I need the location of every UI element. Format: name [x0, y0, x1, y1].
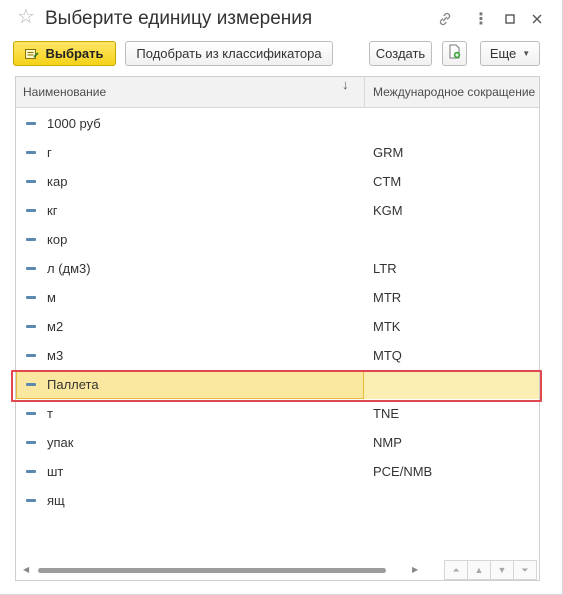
table-row[interactable]: л (дм3) LTR [16, 254, 539, 283]
unit-abbr: MTR [373, 290, 402, 305]
unit-abbr: KGM [373, 203, 403, 218]
list-navigation: ⏶ ▲ ▼ ⏷ [444, 560, 539, 580]
unit-name: м2 [47, 319, 64, 334]
new-document-button[interactable] [442, 41, 467, 66]
create-button[interactable]: Создать [369, 41, 432, 66]
table-row[interactable]: упак NMP [16, 428, 539, 457]
unit-name: ящ [47, 493, 65, 508]
item-icon [26, 383, 36, 386]
star-icon[interactable]: ☆ [17, 7, 35, 27]
pick-from-classifier-button[interactable]: Подобрать из классификатора [125, 41, 333, 66]
item-icon [26, 325, 36, 328]
new-document-icon [448, 44, 462, 63]
table-row[interactable]: шт PCE/NMB [16, 457, 539, 486]
selected-row-fill [365, 370, 539, 399]
table-row[interactable]: ящ [16, 486, 539, 515]
sort-descending-icon[interactable]: ↓ [342, 77, 349, 92]
page-down-icon[interactable]: ▼ [490, 560, 514, 580]
select-button[interactable]: Выбрать [13, 41, 116, 66]
units-table[interactable]: Наименование ↓ Международное сокращение … [15, 76, 540, 581]
item-icon [26, 441, 36, 444]
unit-abbr: CTM [373, 174, 402, 189]
item-icon [26, 354, 36, 357]
select-button-label: Выбрать [45, 46, 104, 61]
more-icon[interactable]: ⋮ [472, 10, 490, 28]
table-row[interactable]: кор [16, 225, 539, 254]
unit-name: г [47, 145, 52, 160]
unit-abbr: MTQ [373, 348, 402, 363]
first-page-icon[interactable]: ⏶ [444, 560, 468, 580]
table-row[interactable]: м3 MTQ [16, 341, 539, 370]
column-header-international-abbr[interactable]: Международное сокращение [366, 77, 539, 108]
unit-abbr: PCE/NMB [373, 464, 433, 479]
table-row[interactable]: кг KGM [16, 196, 539, 225]
close-icon[interactable] [528, 10, 546, 28]
maximize-icon[interactable] [501, 10, 519, 28]
toolbar: Выбрать Подобрать из классификатора Созд… [13, 41, 553, 67]
item-icon [26, 238, 36, 241]
unit-abbr: MTK [373, 319, 401, 334]
table-row[interactable]: м2 MTK [16, 312, 539, 341]
page-up-icon[interactable]: ▲ [467, 560, 491, 580]
more-menu-button[interactable]: Еще ▼ [480, 41, 540, 66]
unit-abbr: NMP [373, 435, 402, 450]
unit-name: кг [47, 203, 58, 218]
unit-name: м [47, 290, 56, 305]
scroll-left-icon[interactable]: ◀ [23, 565, 29, 574]
unit-name: 1000 руб [47, 116, 101, 131]
chevron-down-icon: ▼ [522, 49, 531, 58]
table-row[interactable]: г GRM [16, 138, 539, 167]
title-bar: ☆ Выберите единицу измерения ⋮ [0, 0, 563, 38]
item-icon [26, 209, 36, 212]
unit-name: упак [47, 435, 74, 450]
table-body: 1000 руб г GRM кар CTM кг KGM кор л (дм3) LT… [16, 109, 539, 515]
last-page-icon[interactable]: ⏷ [513, 560, 537, 580]
scroll-right-icon[interactable]: ▶ [412, 565, 418, 574]
item-icon [26, 151, 36, 154]
unit-name: Паллета [47, 377, 99, 392]
dialog-window: ☆ Выберите единицу измерения ⋮ Выбрать П… [0, 0, 563, 595]
item-icon [26, 180, 36, 183]
select-icon [25, 48, 40, 60]
unit-name: кар [47, 174, 68, 189]
unit-name: кор [47, 232, 68, 247]
link-icon[interactable] [436, 10, 454, 28]
unit-abbr: TNE [373, 406, 399, 421]
item-icon [26, 267, 36, 270]
unit-name: шт [47, 464, 64, 479]
unit-name: м3 [47, 348, 64, 363]
window-title: Выберите единицу измерения [45, 8, 313, 29]
unit-abbr: LTR [373, 261, 397, 276]
unit-abbr: GRM [373, 145, 404, 160]
item-icon [26, 412, 36, 415]
table-row[interactable]: кар CTM [16, 167, 539, 196]
item-icon [26, 296, 36, 299]
table-row[interactable]: 1000 руб [16, 109, 539, 138]
table-row[interactable]: м MTR [16, 283, 539, 312]
column-header-name-label: Наименование [23, 85, 107, 99]
item-icon [26, 470, 36, 473]
table-row-selected[interactable]: Паллета [16, 370, 539, 399]
more-menu-label: Еще [489, 46, 517, 61]
table-header: Наименование ↓ Международное сокращение [16, 77, 539, 108]
item-icon [26, 499, 36, 502]
scrollbar-thumb[interactable] [38, 568, 386, 573]
item-icon [26, 122, 36, 125]
column-header-name[interactable]: Наименование [16, 77, 365, 108]
horizontal-scrollbar[interactable]: ◀ ▶ [16, 559, 436, 580]
column-header-abbr-label: Международное сокращение [373, 85, 536, 99]
table-row[interactable]: т TNE [16, 399, 539, 428]
unit-name: л (дм3) [47, 261, 91, 276]
unit-name: т [47, 406, 53, 421]
